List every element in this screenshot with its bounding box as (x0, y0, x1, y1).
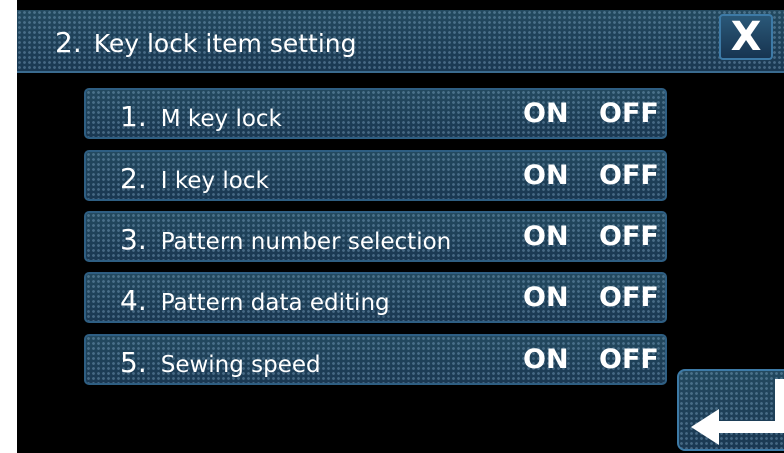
setting-item-number: 3. (120, 223, 147, 256)
title-bar: 2. Key lock item setting (17, 10, 784, 73)
title-number: 2. (55, 26, 82, 59)
setting-item-label: 3. Pattern number selection (120, 213, 451, 260)
setting-item-text: Sewing speed (160, 352, 321, 378)
setting-item-label: 4. Pattern data editing (120, 274, 390, 321)
on-button[interactable]: ON (523, 274, 569, 321)
close-button[interactable]: X (719, 14, 773, 60)
setting-item-pattern-number-selection[interactable]: 3. Pattern number selection ON OFF (84, 211, 667, 262)
setting-item-label: 5. Sewing speed (120, 336, 321, 383)
close-icon: X (730, 14, 762, 60)
off-button[interactable]: OFF (599, 274, 659, 321)
on-button[interactable]: ON (523, 213, 569, 260)
setting-item-number: 2. (120, 162, 147, 195)
page-title: 2. Key lock item setting (55, 26, 357, 59)
setting-item-sewing-speed[interactable]: 5. Sewing speed ON OFF (84, 334, 667, 385)
setting-item-text: M key lock (160, 106, 282, 132)
on-button[interactable]: ON (523, 152, 569, 199)
setting-item-text: Pattern data editing (160, 290, 390, 316)
setting-item-label: 1. M key lock (120, 90, 282, 137)
setting-item-m-key-lock[interactable]: 1. M key lock ON OFF (84, 88, 667, 139)
off-button[interactable]: OFF (599, 213, 659, 260)
setting-item-number: 4. (120, 284, 147, 317)
on-button[interactable]: ON (523, 90, 569, 137)
screen: 2. Key lock item setting X 1. M key lock O… (17, 0, 784, 453)
setting-item-label: 2. I key lock (120, 152, 269, 199)
off-button[interactable]: OFF (599, 336, 659, 383)
setting-item-number: 1. (120, 100, 147, 133)
on-button[interactable]: ON (523, 336, 569, 383)
setting-item-pattern-data-editing[interactable]: 4. Pattern data editing ON OFF (84, 272, 667, 323)
off-button[interactable]: OFF (599, 152, 659, 199)
off-button[interactable]: OFF (599, 90, 659, 137)
setting-item-number: 5. (120, 346, 147, 379)
title-label: Key lock item setting (93, 29, 357, 58)
setting-item-text: Pattern number selection (160, 229, 452, 255)
enter-arrow-icon (691, 379, 784, 445)
setting-item-i-key-lock[interactable]: 2. I key lock ON OFF (84, 150, 667, 201)
enter-button[interactable] (677, 369, 784, 451)
setting-item-text: I key lock (160, 168, 269, 194)
